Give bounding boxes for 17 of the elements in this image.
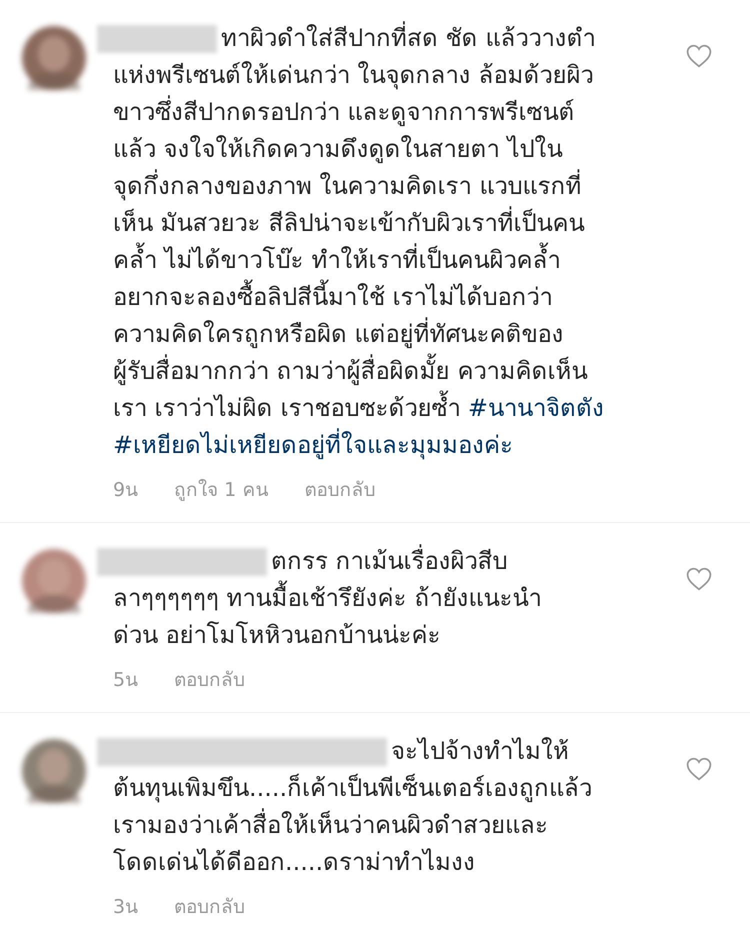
reply-link[interactable]: ตอบกลับ [174,891,246,921]
hashtag-link[interactable]: #นานาจิตตัง [468,394,604,422]
reply-link[interactable]: ตอบกลับ [174,664,246,694]
reply-link[interactable]: ตอบกลับ [304,474,376,504]
comment-text: แห่งพรีเซนต์ให้เด่นกว่า ในจุดกลาง ล้อมด้วยผิว ขาวซึ่งสีปากดรอปกว่า และดูจากการพรีเซนต์ แล้ว จงใจให้เกิดความดึงดูดในสายตา ไปใน จุดกึ่งกลางของภาพ ในความคิดเรา แวบแรกที่ เห็น มันสวยวะ สีลิปน่าจะเข้ากับผิวเราที่เป็นคน คล้ำ ไม่ได้ขาวโบ๊ะ ทำให้เราที่เป็นคนผิวคล้ำ อยากจะลองซื้อลิปสีนี้มาใช้ เราไม่ได้บอกว่า ความคิดใครถูกหรือผิด แต่อยู่ที่ทัศนะคติของ ผู้รับสื่อมากกว่า ถามว่าผู้สื่อผิดมั้ย ความคิดเห็น เรา เราว่าไม่ผิด เราชอบซะด้วยซ้ำ #นานาจิตตัง #เหยียดไม่เหยียดอยู่ที่ใจและมุมมองค่ะ [113,60,605,462]
comment-text: ตกรร กาเม้นเรื่องผิวสีบ [271,543,508,580]
comment-time: 3น [113,895,138,920]
like-heart-icon[interactable] [686,757,712,781]
comment-time: 9น [113,478,138,503]
comment-text: ต้นทุนเพิมขึน.....ก็เค้าเป็นพีเซ็นเตอร์เองถูกแล้ว เรามองว่าเค้าสื่อให้เห็นว่าคนผิวดำสวยและ โดดเด่นได้ดีออก.....ดราม่าทำไมงง [113,772,594,878]
comment-text: ลาๆๆๆๆๆๆ ทานมื้อเช้ารึยังค่ะ ถ้ายังแนะนำ ด่วน อย่าโมโหหิวนอกบ้านน่ะค่ะ [113,580,676,654]
comment-time: 5น [113,668,138,693]
comment-text: ทาผิวดำใส่สีปากที่สด ชัด แล้ววางตำ [221,20,596,57]
like-heart-icon[interactable] [686,567,712,591]
likes-link[interactable]: ถูกใจ 1 คน [174,474,268,504]
like-heart-icon[interactable] [686,44,712,68]
comment-text: จะไปจ้างทำไมให้ [391,736,569,767]
